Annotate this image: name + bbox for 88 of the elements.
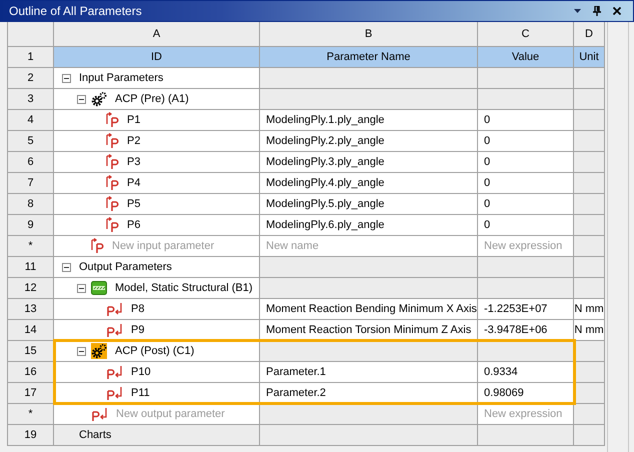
table-cell[interactable]: ModelingPly.3.ply_angle [260, 152, 478, 173]
row-number: * [8, 404, 54, 425]
row-number: * [8, 236, 54, 257]
tree-item[interactable]: Output Parameters [54, 257, 260, 278]
window-title: Outline of All Parameters [9, 3, 142, 20]
row-number: 8 [8, 194, 54, 215]
row-number: 6 [8, 152, 54, 173]
output-parameter-icon [106, 364, 123, 380]
input-parameter-icon [106, 175, 119, 191]
gears-icon [91, 91, 107, 107]
table-cell[interactable]: 0.9334 [478, 362, 574, 383]
collapse-toggle[interactable] [62, 262, 71, 272]
tree-item[interactable]: P5 [54, 194, 260, 215]
tree-item[interactable]: P1 [54, 110, 260, 131]
tree-item[interactable]: ACP (Pre) (A1) [54, 89, 260, 110]
table-cell[interactable]: 0 [478, 194, 574, 215]
row-number: 9 [8, 215, 54, 236]
row-number: 19 [8, 425, 54, 446]
collapse-toggle[interactable] [62, 74, 71, 82]
row-number: 17 [8, 383, 54, 404]
table-cell[interactable]: 0 [478, 215, 574, 236]
row-number: 11 [8, 257, 54, 278]
row-number: 12 [8, 278, 54, 299]
column-header: Parameter Name [260, 47, 478, 68]
table-cell[interactable]: Moment Reaction Bending Minimum X Axis [260, 299, 478, 320]
column-letter: C [478, 22, 574, 47]
input-parameter-icon [106, 133, 119, 149]
row-number: 4 [8, 110, 54, 131]
table-cell[interactable]: ModelingPly.5.ply_angle [260, 194, 478, 215]
tree-item[interactable]: Input Parameters [54, 68, 260, 89]
table-cell[interactable]: Moment Reaction Torsion Minimum Z Axis [260, 320, 478, 341]
table-cell[interactable]: ModelingPly.6.ply_angle [260, 215, 478, 236]
row-number: 16 [8, 362, 54, 383]
output-parameter-icon [106, 301, 123, 317]
input-parameter-icon [106, 196, 119, 212]
table-cell[interactable]: Parameter.1 [260, 362, 478, 383]
row-number: 1 [8, 47, 54, 68]
tree-item[interactable]: P3 [54, 152, 260, 173]
column-letter: B [260, 22, 478, 47]
input-parameter-icon [106, 154, 119, 170]
dropdown-icon[interactable] [574, 9, 581, 13]
row-number: 5 [8, 131, 54, 152]
collapse-toggle[interactable] [77, 346, 86, 356]
tree-item[interactable]: P4 [54, 173, 260, 194]
table-cell[interactable]: Parameter.2 [260, 383, 478, 404]
table-cell[interactable]: 0 [478, 131, 574, 152]
table-cell[interactable]: N mm [574, 320, 605, 341]
column-header: Value [478, 47, 574, 68]
table-cell[interactable]: 0 [478, 110, 574, 131]
output-parameter-icon [106, 385, 123, 401]
column-letter: D [574, 22, 605, 47]
column-letter: A [54, 22, 260, 47]
table-cell[interactable]: ModelingPly.1.ply_angle [260, 110, 478, 131]
input-parameter-icon [106, 112, 119, 128]
model-icon [91, 280, 107, 296]
gears-icon [91, 343, 107, 359]
tree-item[interactable]: P6 [54, 215, 260, 236]
collapse-toggle[interactable] [77, 94, 86, 104]
tree-item[interactable]: P9 [54, 320, 260, 341]
row-number: 13 [8, 299, 54, 320]
row-number: 14 [8, 320, 54, 341]
close-icon[interactable] [613, 7, 621, 15]
row-number: 7 [8, 173, 54, 194]
table-cell[interactable]: N mm [574, 299, 605, 320]
input-parameter-icon [91, 238, 104, 254]
row-number: 2 [8, 68, 54, 89]
table-cell[interactable]: 0 [478, 173, 574, 194]
tree-item[interactable]: P8 [54, 299, 260, 320]
table-cell[interactable]: 0.98069 [478, 383, 574, 404]
table-cell[interactable]: ModelingPly.4.ply_angle [260, 173, 478, 194]
table-cell[interactable]: -3.9478E+06 [478, 320, 574, 341]
tree-item[interactable]: P11 [54, 383, 260, 404]
row-number: 3 [8, 89, 54, 110]
tree-item[interactable]: P2 [54, 131, 260, 152]
output-parameter-icon [106, 322, 123, 338]
column-header: ID [54, 47, 260, 68]
pin-icon[interactable] [593, 6, 601, 16]
table-cell[interactable]: ModelingPly.2.ply_angle [260, 131, 478, 152]
column-header: Unit [574, 47, 605, 68]
table-cell[interactable]: -1.2253E+07 [478, 299, 574, 320]
tree-item[interactable]: P10 [54, 362, 260, 383]
tree-item[interactable]: Model, Static Structural (B1) [54, 278, 260, 299]
table-cell[interactable]: 0 [478, 152, 574, 173]
output-parameter-icon [91, 406, 108, 422]
input-parameter-icon [106, 217, 119, 233]
tree-item[interactable]: ACP (Post) (C1) [54, 341, 260, 362]
collapse-toggle[interactable] [77, 284, 86, 292]
row-number: 15 [8, 341, 54, 362]
